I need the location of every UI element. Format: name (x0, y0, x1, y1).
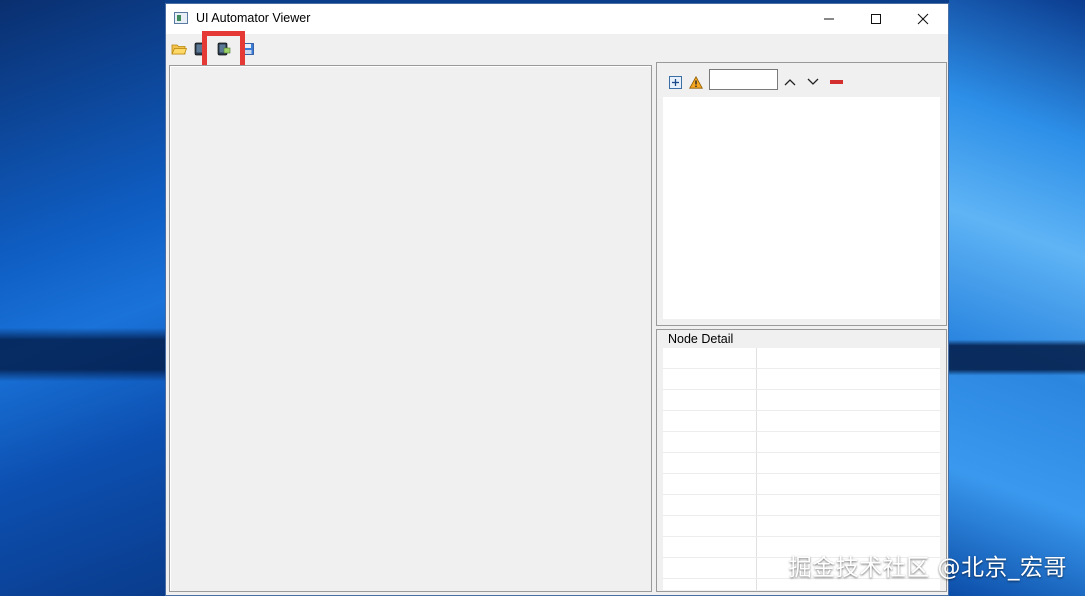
minimize-button[interactable] (806, 4, 852, 34)
close-icon (917, 13, 929, 25)
screenshot-pane[interactable] (169, 65, 652, 592)
hierarchy-panel (656, 62, 947, 326)
table-row[interactable] (663, 495, 940, 516)
app-icon (174, 12, 188, 24)
table-row[interactable] (663, 453, 940, 474)
node-detail-label: Node Detail (667, 332, 735, 346)
desktop-background-left (0, 0, 165, 596)
maximize-button[interactable] (853, 4, 899, 34)
table-row[interactable] (663, 348, 940, 369)
chevron-down-icon[interactable] (806, 74, 820, 90)
table-row[interactable] (663, 390, 940, 411)
table-row[interactable] (663, 432, 940, 453)
uiautomator-viewer-window: UI Automator Viewer Node Detail (165, 3, 949, 596)
table-row[interactable] (663, 369, 940, 390)
title-bar[interactable]: UI Automator Viewer (166, 4, 948, 34)
table-row[interactable] (663, 411, 940, 432)
expand-all-icon[interactable] (668, 74, 682, 90)
minus-icon[interactable] (829, 74, 843, 90)
desktop-background-right (949, 0, 1085, 596)
maximize-icon (871, 14, 881, 24)
window-title: UI Automator Viewer (196, 11, 311, 25)
open-folder-icon[interactable] (171, 41, 187, 57)
search-input[interactable] (709, 69, 778, 90)
watermark: 掘金技术社区 @北京_宏哥 (788, 555, 1067, 581)
chevron-up-icon[interactable] (783, 74, 797, 90)
table-row[interactable] (663, 516, 940, 537)
hierarchy-tree[interactable] (663, 97, 940, 319)
close-button[interactable] (900, 4, 946, 34)
main-toolbar (166, 35, 948, 61)
warning-icon[interactable] (689, 74, 703, 90)
table-row[interactable] (663, 474, 940, 495)
minimize-icon (824, 18, 834, 20)
hierarchy-toolbar (657, 63, 946, 97)
